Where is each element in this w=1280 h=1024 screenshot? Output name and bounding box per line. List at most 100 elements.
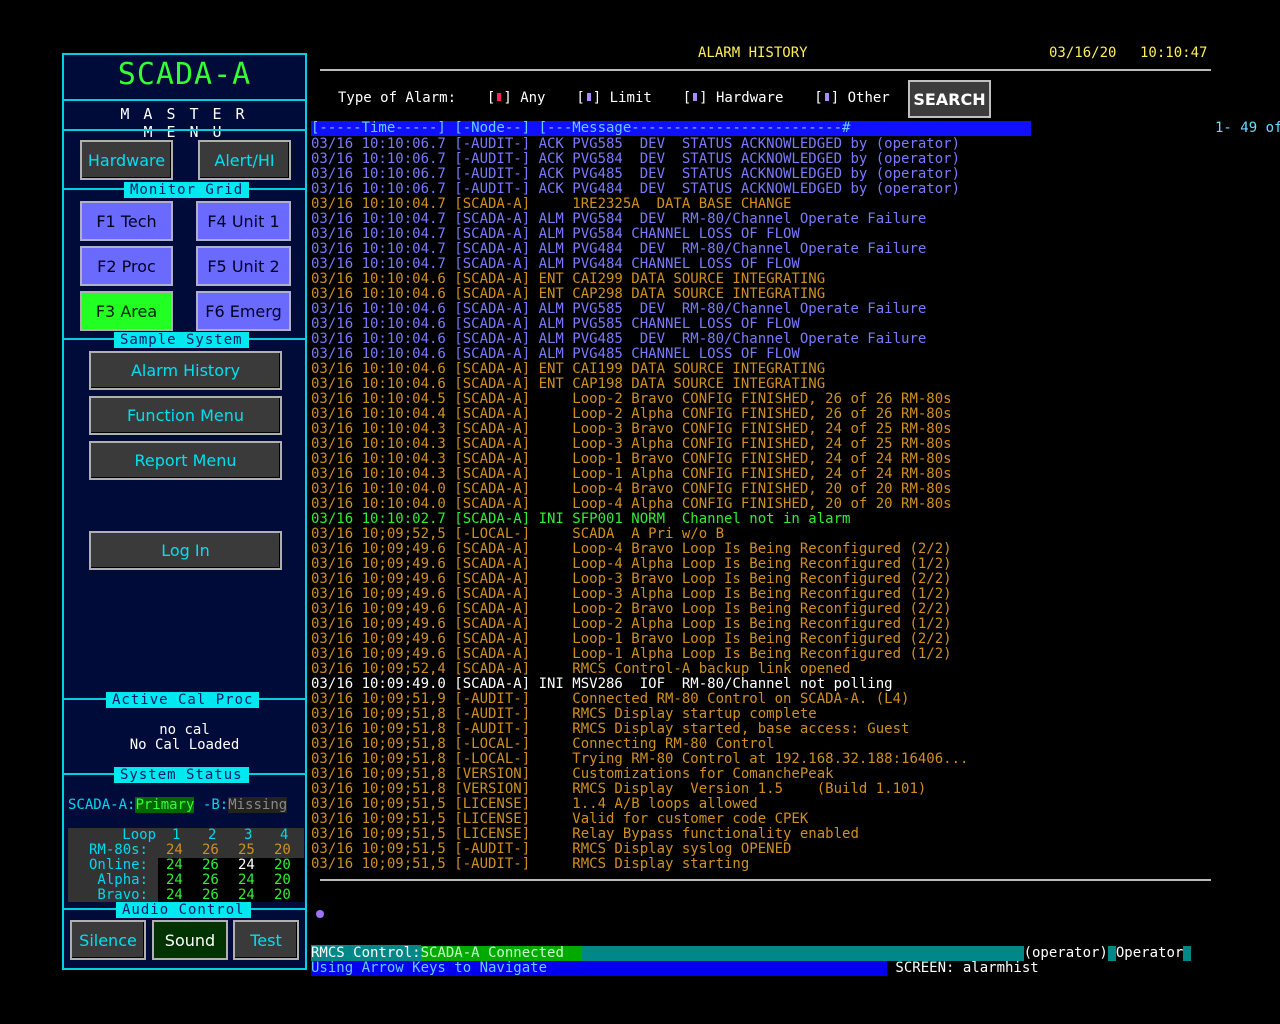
log-row[interactable]: 03/16 10;09;49.6 [SCADA-A] Loop-2 Bravo …	[311, 602, 1211, 617]
radio-unselected-icon	[824, 93, 829, 101]
log-row[interactable]: 03/16 10:10:02.7 [SCADA-A] INI SFP001 NO…	[311, 512, 1211, 527]
row-label: Online:	[88, 857, 148, 873]
log-row[interactable]: 03/16 10:10:04.4 [SCADA-A] Loop-2 Alpha …	[311, 407, 1211, 422]
log-row[interactable]: 03/16 10:10:04.7 [SCADA-A] ALM PVG484 DE…	[311, 242, 1211, 257]
log-row[interactable]: 03/16 10;09;52,4 [SCADA-A] RMCS Control-…	[311, 662, 1211, 677]
log-row[interactable]: 03/16 10:10:04.3 [SCADA-A] Loop-3 Alpha …	[311, 437, 1211, 452]
radio-other[interactable]: [] Other	[814, 90, 889, 106]
log-in-button[interactable]: Log In	[89, 531, 282, 570]
log-row[interactable]: 03/16 10:10:06.7 [-AUDIT-] ACK PVG584 DE…	[311, 152, 1211, 167]
log-row[interactable]: 03/16 10:10:04.6 [SCADA-A] ENT CAI199 DA…	[311, 362, 1211, 377]
log-row[interactable]: 03/16 10;09;51,8 [-AUDIT-] RMCS Display …	[311, 722, 1211, 737]
cell: 4	[280, 827, 289, 843]
f1-tech-button[interactable]: F1 Tech	[80, 201, 173, 241]
log-row[interactable]: 03/16 10;09;51,5 [LICENSE] Valid for cus…	[311, 812, 1211, 827]
hardware-button[interactable]: Hardware	[80, 140, 173, 180]
f3-area-button[interactable]: F3 Area	[80, 291, 173, 331]
cell: 3	[244, 827, 253, 843]
log-row[interactable]: 03/16 10;09;51,8 [-AUDIT-] RMCS Display …	[311, 707, 1211, 722]
log-row[interactable]: 03/16 10:10:04.6 [SCADA-A] ENT CAP298 DA…	[311, 287, 1211, 302]
log-row[interactable]: 03/16 10:10:04.3 [SCADA-A] Loop-1 Bravo …	[311, 452, 1211, 467]
log-row[interactable]: 03/16 10:10:06.7 [-AUDIT-] ACK PVG484 DE…	[311, 182, 1211, 197]
log-row[interactable]: 03/16 10;09;52,5 [-LOCAL-] SCADA A Pri w…	[311, 527, 1211, 542]
cell: 24	[166, 872, 183, 888]
f6-emerg-button[interactable]: F6 Emerg	[196, 291, 291, 331]
log-row[interactable]: 03/16 10:10:04.7 [SCADA-A] ALM PVG484 CH…	[311, 257, 1211, 272]
log-row[interactable]: 03/16 10:10:04.7 [SCADA-A] ALM PVG584 CH…	[311, 227, 1211, 242]
log-row[interactable]: 03/16 10:10:04.7 [SCADA-A] ALM PVG584 DE…	[311, 212, 1211, 227]
log-row[interactable]: 03/16 10:10:04.0 [SCADA-A] Loop-4 Alpha …	[311, 497, 1211, 512]
system-status-line: SCADA-A:Primary -B:Missing	[68, 797, 288, 813]
cell: 24	[166, 842, 183, 858]
header-time: 10:10:47	[1140, 45, 1208, 61]
f2-proc-button[interactable]: F2 Proc	[80, 246, 173, 286]
log-row[interactable]: 03/16 10:10:04.6 [SCADA-A] ENT CAI299 DA…	[311, 272, 1211, 287]
log-row[interactable]: 03/16 10;09;51,5 [-AUDIT-] RMCS Display …	[311, 842, 1211, 857]
log-row[interactable]: 03/16 10:09:49.0 [SCADA-A] INI MSV286 IO…	[311, 677, 1211, 692]
log-row[interactable]: 03/16 10;09;51,5 [LICENSE] 1..4 A/B loop…	[311, 797, 1211, 812]
log-row[interactable]: 03/16 10;09;51,8 [VERSION] RMCS Display …	[311, 782, 1211, 797]
log-row[interactable]: 03/16 10;09;49.6 [SCADA-A] Loop-3 Bravo …	[311, 572, 1211, 587]
radio-limit[interactable]: [] Limit	[576, 90, 651, 106]
alarm-log-list[interactable]: 03/16 10:10:06.7 [-AUDIT-] ACK PVG585 DE…	[311, 137, 1211, 872]
log-row[interactable]: 03/16 10:10:04.6 [SCADA-A] ALM PVG585 DE…	[311, 302, 1211, 317]
log-row[interactable]: 03/16 10:10:06.7 [-AUDIT-] ACK PVG585 DE…	[311, 137, 1211, 152]
log-row[interactable]: 03/16 10;09;51,8 [-LOCAL-] Trying RM-80 …	[311, 752, 1211, 767]
active-cal-proc-label: Active Cal Proc	[106, 692, 260, 708]
cell: 26	[202, 842, 219, 858]
log-row[interactable]: 03/16 10;09;51,5 [-AUDIT-] RMCS Display …	[311, 857, 1211, 872]
function-menu-button[interactable]: Function Menu	[89, 396, 282, 435]
page-title: ALARM HISTORY	[698, 45, 808, 61]
no-cal-loaded-text: No Cal Loaded	[129, 737, 240, 753]
log-row[interactable]: 03/16 10;09;51,9 [-AUDIT-] Connected RM-…	[311, 692, 1211, 707]
app-title: SCADA-A	[117, 57, 252, 92]
log-row[interactable]: 03/16 10:10:04.6 [SCADA-A] ENT CAP198 DA…	[311, 377, 1211, 392]
cell: 24	[166, 887, 183, 903]
alarm-type-filter: Type of Alarm: [] Any [] Limit [] Hardwa…	[338, 90, 890, 106]
log-row[interactable]: 03/16 10:10:06.7 [-AUDIT-] ACK PVG485 DE…	[311, 167, 1211, 182]
log-row[interactable]: 03/16 10:10:04.0 [SCADA-A] Loop-4 Bravo …	[311, 482, 1211, 497]
log-row[interactable]: 03/16 10;09;49.6 [SCADA-A] Loop-1 Bravo …	[311, 632, 1211, 647]
silence-button[interactable]: Silence	[70, 920, 146, 960]
cell: 20	[274, 872, 291, 888]
search-button[interactable]: SEARCH	[908, 80, 991, 118]
log-row[interactable]: 03/16 10:10:04.6 [SCADA-A] ALM PVG485 DE…	[311, 332, 1211, 347]
test-button[interactable]: Test	[233, 920, 299, 960]
radio-label: Other	[847, 90, 890, 106]
audio-control-label: Audio Control	[116, 902, 251, 918]
log-row[interactable]: 03/16 10:10:04.3 [SCADA-A] Loop-1 Alpha …	[311, 467, 1211, 482]
log-row[interactable]: 03/16 10;09;49.6 [SCADA-A] Loop-4 Bravo …	[311, 542, 1211, 557]
alarm-history-button[interactable]: Alarm History	[89, 351, 282, 390]
row-label: RM-80s:	[88, 842, 148, 858]
log-row[interactable]: 03/16 10;09;49.6 [SCADA-A] Loop-3 Alpha …	[311, 587, 1211, 602]
cell: 2	[208, 827, 217, 843]
filter-label: Type of Alarm:	[338, 90, 457, 106]
sound-button[interactable]: Sound	[152, 920, 228, 960]
f4-unit1-button[interactable]: F4 Unit 1	[196, 201, 291, 241]
log-row[interactable]: 03/16 10;09;51,5 [LICENSE] Relay Bypass …	[311, 827, 1211, 842]
log-row[interactable]: 03/16 10:10:04.5 [SCADA-A] Loop-2 Bravo …	[311, 392, 1211, 407]
cell: 24	[166, 857, 183, 873]
alert-hi-button[interactable]: Alert/HI	[198, 140, 291, 180]
log-row[interactable]: 03/16 10;09;51,8 [VERSION] Customization…	[311, 767, 1211, 782]
log-row[interactable]: 03/16 10:10:04.6 [SCADA-A] ALM PVG485 CH…	[311, 347, 1211, 362]
status-bar-control: RMCS Control: SCADA-A Connected (operato…	[311, 945, 1192, 961]
no-cal-text: no cal	[159, 722, 210, 738]
log-row[interactable]: 03/16 10:10:04.6 [SCADA-A] ALM PVG585 CH…	[311, 317, 1211, 332]
status-fill	[581, 946, 1024, 961]
bottom-rule	[320, 879, 1211, 881]
cell: 1	[172, 827, 181, 843]
f5-unit2-button[interactable]: F5 Unit 2	[196, 246, 291, 286]
radio-any[interactable]: [] Any	[487, 90, 546, 106]
log-row[interactable]: 03/16 10;09;49.6 [SCADA-A] Loop-2 Alpha …	[311, 617, 1211, 632]
radio-unselected-icon	[693, 93, 698, 101]
log-row[interactable]: 03/16 10;09;49.6 [SCADA-A] Loop-1 Alpha …	[311, 647, 1211, 662]
top-rule	[320, 69, 1211, 71]
radio-hardware[interactable]: [] Hardware	[683, 90, 784, 106]
log-row[interactable]: 03/16 10;09;51,8 [-LOCAL-] Connecting RM…	[311, 737, 1211, 752]
b-label: -B:	[202, 797, 229, 813]
report-menu-button[interactable]: Report Menu	[89, 441, 282, 480]
log-row[interactable]: 03/16 10;09;49.6 [SCADA-A] Loop-4 Alpha …	[311, 557, 1211, 572]
log-row[interactable]: 03/16 10:10:04.3 [SCADA-A] Loop-3 Bravo …	[311, 422, 1211, 437]
log-row[interactable]: 03/16 10:10:04.7 [SCADA-A] 1RE2325A DATA…	[311, 197, 1211, 212]
